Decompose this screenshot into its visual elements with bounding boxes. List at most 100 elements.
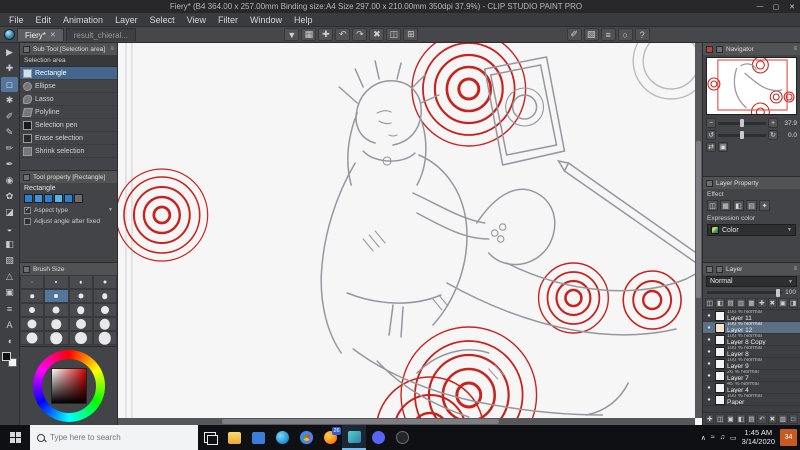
checkbox-icon[interactable]: ✓ <box>24 207 31 214</box>
layer-row[interactable]: ● 100 % Normal Layer 8 Copy <box>703 334 800 346</box>
tool-frame[interactable]: ▣ <box>1 285 18 300</box>
task-view-button[interactable] <box>198 425 222 450</box>
gradient-icon[interactable]: ▧ <box>583 28 599 41</box>
brush-size-cell[interactable] <box>20 317 45 331</box>
menu-layer[interactable]: Layer <box>109 15 144 25</box>
brush-size-cell[interactable] <box>20 303 45 317</box>
brush-size-cell[interactable] <box>68 289 93 303</box>
layer-mask-icon[interactable]: ↶ <box>757 414 767 424</box>
brush-size-cell[interactable] <box>44 331 69 345</box>
delete-icon[interactable]: ✖ <box>369 28 385 41</box>
preset-chip[interactable] <box>64 194 73 203</box>
minimize-button[interactable]: — <box>752 0 768 13</box>
menu-view[interactable]: View <box>181 15 212 25</box>
menu-edit[interactable]: Edit <box>30 15 58 25</box>
zoom-in-icon[interactable]: + <box>768 118 778 128</box>
reference-layer-icon[interactable]: ▦ <box>746 298 757 308</box>
panel-tab-icon[interactable] <box>23 265 30 273</box>
tool-eyedropper[interactable]: ✐ <box>1 109 18 124</box>
firefox-browser-button[interactable]: 26 <box>318 425 342 450</box>
option-adjust-angle[interactable]: Adjust angle after fixed <box>20 216 117 227</box>
layer-row[interactable]: ● 100 % Normal Layer 8 <box>703 346 800 358</box>
pen-pressure-icon[interactable]: ✐ <box>566 28 582 41</box>
rotate-left-icon[interactable]: ↺ <box>706 130 716 140</box>
tool-decoration[interactable]: ✿ <box>1 189 18 204</box>
lock-transparent-icon[interactable]: ▤ <box>725 298 736 308</box>
extract-line-effect-icon[interactable]: ▤ <box>746 200 757 211</box>
tool-pencil[interactable]: ✏ <box>1 141 18 156</box>
subtool-item-rectangle[interactable]: Rectangle <box>20 67 117 80</box>
help-icon[interactable]: ? <box>634 28 650 41</box>
search-input[interactable] <box>50 433 170 442</box>
clip-studio-paint-button[interactable] <box>342 425 366 450</box>
add-icon[interactable]: ✚ <box>318 28 334 41</box>
subtool-item-ellipse[interactable]: Ellipse <box>20 80 117 93</box>
battery-icon[interactable]: ▭ <box>730 434 737 442</box>
blend-mode-select[interactable]: Normal ▼ <box>706 276 797 287</box>
foreground-color-swatch[interactable] <box>2 352 11 361</box>
layer-tab-icon[interactable] <box>706 265 713 273</box>
visibility-eye-icon[interactable]: ● <box>705 337 713 343</box>
navigator-thumbnail[interactable] <box>706 57 797 115</box>
menu-animation[interactable]: Animation <box>57 15 109 25</box>
menu-filter[interactable]: Filter <box>212 15 244 25</box>
chevron-down-icon[interactable]: ▼ <box>108 207 113 214</box>
copy-icon[interactable]: ◫ <box>386 28 402 41</box>
tool-figure[interactable]: △ <box>1 269 18 284</box>
brush-size-cell[interactable] <box>20 275 45 289</box>
tool-selection[interactable]: □ <box>1 77 18 92</box>
maximize-button[interactable]: ▢ <box>768 0 784 13</box>
tool-brush[interactable]: ✒ <box>1 157 18 172</box>
brush-size-cell[interactable] <box>92 275 117 289</box>
show-hidden-icons[interactable]: ∧ <box>701 434 706 442</box>
lock-layer-icon[interactable]: ◧ <box>715 298 725 308</box>
visibility-eye-icon[interactable]: ● <box>705 373 713 379</box>
brush-size-cell[interactable] <box>44 317 69 331</box>
tool-balloon[interactable]: ◖ <box>1 333 18 348</box>
brush-size-cell[interactable] <box>68 317 93 331</box>
wifi-icon[interactable]: ≈ <box>711 434 715 441</box>
edge-browser-button[interactable] <box>270 425 294 450</box>
visibility-eye-icon[interactable]: ● <box>705 385 713 391</box>
tool-fill[interactable]: ◧ <box>1 237 18 252</box>
layer-row[interactable]: ● 26 % Normal Layer 7 <box>703 370 800 382</box>
fit-to-screen-icon[interactable]: ▣ <box>718 142 728 152</box>
brush-size-cell[interactable] <box>92 303 117 317</box>
chrome-browser-button[interactable] <box>294 425 318 450</box>
subtool-item-shrink-selection[interactable]: Shrink selection <box>20 145 117 158</box>
layer-row[interactable]: ● 100 % Normal Paper <box>703 394 800 406</box>
snap-grid-icon[interactable]: ⊞ <box>403 28 419 41</box>
tool-blend[interactable]: ◒ <box>1 221 18 236</box>
layer-search-tab-icon[interactable] <box>716 265 723 273</box>
menu-help[interactable]: Help <box>288 15 319 25</box>
menu-file[interactable]: File <box>3 15 30 25</box>
reference-effect-icon[interactable]: ✦ <box>759 200 770 211</box>
saturation-value-square[interactable] <box>50 368 87 404</box>
subtool-item-lasso[interactable]: Lasso <box>20 93 117 106</box>
start-button[interactable] <box>0 425 30 450</box>
zoom-out-icon[interactable]: − <box>706 118 716 128</box>
scrollbar-thumb[interactable] <box>221 419 499 424</box>
subtool-item-selection-pen[interactable]: Selection pen <box>20 119 117 132</box>
brush-size-cell[interactable] <box>20 331 45 345</box>
horizontal-scrollbar[interactable] <box>118 418 695 425</box>
visibility-eye-icon[interactable]: ● <box>705 349 713 355</box>
new-raster-layer-icon[interactable]: ✚ <box>705 414 715 424</box>
slider-knob[interactable] <box>776 288 781 297</box>
flip-horizontal-icon[interactable]: ⇄ <box>706 142 716 152</box>
panel-menu-icon[interactable]: ≡ <box>110 46 114 52</box>
slider-knob[interactable] <box>739 131 744 139</box>
obs-app-button[interactable] <box>390 425 414 450</box>
brush-size-cell[interactable] <box>44 289 69 303</box>
panel-menu-icon[interactable]: ≡ <box>793 266 797 272</box>
preset-chip[interactable] <box>44 194 53 203</box>
subtool-item-polyline[interactable]: Polyline <box>20 106 117 119</box>
visibility-eye-icon[interactable]: ● <box>705 313 713 319</box>
color-wheel[interactable] <box>32 350 105 422</box>
vertical-scrollbar[interactable] <box>695 43 702 418</box>
layer-settings-icon[interactable]: ▥ <box>778 414 788 424</box>
preset-chip[interactable] <box>24 194 33 203</box>
brush-size-cell[interactable] <box>44 275 69 289</box>
foreground-background-swatch[interactable] <box>2 352 17 367</box>
panel-menu-icon[interactable]: ≡ <box>793 46 797 52</box>
